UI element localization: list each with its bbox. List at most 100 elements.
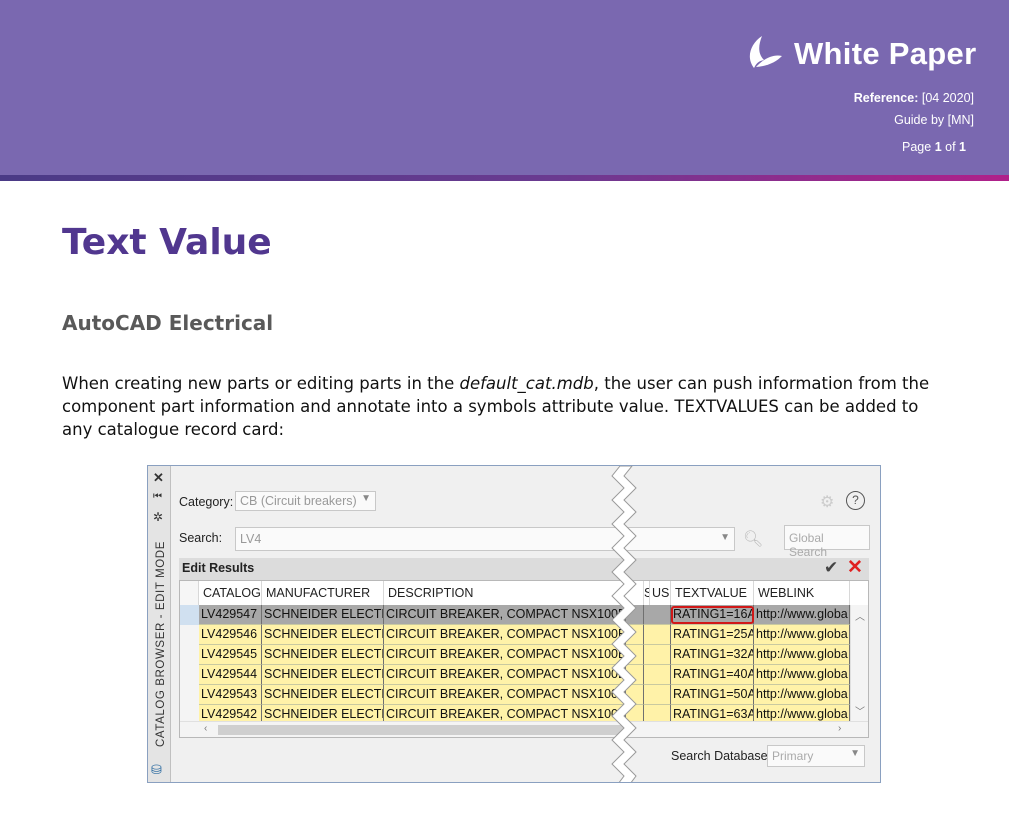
search-database-value: Primary	[772, 749, 814, 763]
scroll-right-icon[interactable]: ›	[838, 723, 841, 734]
column-header[interactable]: TEXTVALUE	[671, 581, 754, 605]
column-header[interactable]: USI	[650, 581, 671, 605]
edit-results-bar: Edit Results ✔ ✕	[179, 556, 869, 580]
search-icon[interactable]: 🔍︎	[743, 529, 763, 549]
row-selector[interactable]	[180, 625, 199, 646]
cell-manufacturer[interactable]: SCHNEIDER ELECTRIC	[262, 625, 384, 645]
cell-catalog[interactable]: LV429543	[199, 685, 262, 705]
table-row[interactable]: LV429545 SCHNEIDER ELECTRIC CIRCUIT BREA…	[180, 645, 868, 666]
cell-description[interactable]: CIRCUIT BREAKER, COMPACT NSX100B, 2 (	[384, 645, 626, 665]
cell-textvalue[interactable]: RATING1=50A	[671, 685, 754, 705]
cell-manufacturer[interactable]: SCHNEIDER ELECTRIC	[262, 665, 384, 685]
chevron-down-icon: ▼	[361, 493, 371, 504]
cell-usi[interactable]	[644, 645, 671, 665]
cell-usi[interactable]	[644, 625, 671, 645]
table-row[interactable]: LV429543 SCHNEIDER ELECTRIC CIRCUIT BREA…	[180, 685, 868, 706]
cell-usi[interactable]	[644, 705, 671, 721]
row-selector[interactable]	[180, 645, 199, 666]
scroll-up-icon[interactable]: ︿	[855, 608, 865, 623]
cell-usi[interactable]	[644, 685, 671, 705]
table-row[interactable]: LV429542 SCHNEIDER ELECTRIC CIRCUIT BREA…	[180, 705, 868, 721]
cell-manufacturer[interactable]: SCHNEIDER ELECTRIC	[262, 605, 384, 625]
cell-weblink[interactable]: http://www.globa	[754, 685, 850, 705]
cell-weblink[interactable]: http://www.globa	[754, 625, 850, 645]
horizontal-scrollbar[interactable]: ‹ ›	[180, 721, 868, 737]
search-database-select[interactable]: Primary ▼	[767, 745, 865, 767]
cell-catalog[interactable]: LV429542	[199, 705, 262, 721]
edit-results-title: Edit Results	[182, 561, 255, 575]
search-input[interactable]: LV4 ▼	[235, 527, 735, 551]
header-divider	[0, 175, 1009, 181]
help-icon[interactable]: ?	[846, 491, 865, 510]
cell-manufacturer[interactable]: SCHNEIDER ELECTRIC	[262, 685, 384, 705]
cell-weblink[interactable]: http://www.globa	[754, 645, 850, 665]
cell-catalog[interactable]: LV429546	[199, 625, 262, 645]
corner-header	[180, 581, 199, 605]
database-icon[interactable]: ⛁	[151, 762, 162, 778]
scroll-left-icon[interactable]: ‹	[204, 723, 207, 734]
column-header[interactable]: MANUFACTURER	[262, 581, 384, 605]
row-selector[interactable]	[180, 705, 199, 721]
table-row[interactable]: LV429544 SCHNEIDER ELECTRIC CIRCUIT BREA…	[180, 665, 868, 686]
accept-check-icon[interactable]: ✔	[824, 558, 838, 578]
page-total: 1	[959, 140, 966, 154]
scroll-thumb[interactable]	[218, 725, 628, 735]
cell-catalog[interactable]: LV429547	[199, 605, 262, 625]
cell-weblink[interactable]: http://www.globa	[754, 705, 850, 721]
para-part-1: When creating new parts or editing parts…	[62, 374, 460, 393]
row-selector[interactable]	[180, 685, 199, 706]
category-select[interactable]: CB (Circuit breakers) ▼	[235, 491, 376, 511]
cell-textvalue[interactable]: RATING1=32A	[671, 645, 754, 665]
cell-description[interactable]: CIRCUIT BREAKER, COMPACT NSX100B, 2 (	[384, 665, 626, 685]
column-header[interactable]: WEBLINK	[754, 581, 850, 605]
palette-side-bar: ✕ ⏮ ✲ CATALOG BROWSER - EDIT MODE	[148, 466, 171, 782]
cell-usi[interactable]	[644, 665, 671, 685]
cell-textvalue[interactable]: RATING1=25A	[671, 625, 754, 645]
cell-manufacturer[interactable]: SCHNEIDER ELECTRIC	[262, 705, 384, 721]
reference: Reference: [04 2020]	[854, 91, 974, 105]
category-label: Category:	[179, 495, 234, 509]
cancel-x-icon[interactable]: ✕	[847, 556, 863, 579]
cell-textvalue[interactable]: RATING1=63A	[671, 705, 754, 721]
cell-catalog[interactable]: LV429544	[199, 665, 262, 685]
cell-description[interactable]: CIRCUIT BREAKER, COMPACT NSX100B, 2 P	[384, 685, 626, 705]
row-selector[interactable]	[180, 665, 199, 686]
page-title: Text Value	[62, 222, 272, 263]
leaf-logo-icon	[749, 36, 782, 68]
cell-weblink[interactable]: http://www.globa	[754, 665, 850, 685]
cell-textvalue[interactable]: RATING1=40A	[671, 665, 754, 685]
chevron-down-icon: ▼	[720, 532, 730, 543]
table-row[interactable]: LV429547 SCHNEIDER ELECTRIC CIRCUIT BREA…	[180, 605, 868, 626]
vertical-scrollbar[interactable]: ︿ ﹀	[850, 605, 868, 721]
search-database-label: Search Database:	[671, 749, 772, 763]
table-row[interactable]: LV429546 SCHNEIDER ELECTRIC CIRCUIT BREA…	[180, 625, 868, 646]
torn-edge-graphic	[611, 466, 637, 782]
row-selector[interactable]	[180, 605, 199, 626]
cell-catalog[interactable]: LV429545	[199, 645, 262, 665]
cell-manufacturer[interactable]: SCHNEIDER ELECTRIC	[262, 645, 384, 665]
global-search-button[interactable]: Global Search	[784, 525, 870, 559]
search-value: LV4	[240, 532, 262, 546]
page-of: of	[945, 140, 956, 154]
settings-gear-icon[interactable]: ⚙	[820, 492, 834, 512]
guide-by: Guide by [MN]	[894, 113, 974, 127]
column-header[interactable]: DESCRIPTION	[384, 581, 644, 605]
scroll-down-icon[interactable]: ﹀	[855, 703, 865, 718]
chevron-down-icon: ▼	[850, 748, 860, 759]
autohide-icon[interactable]: ⏮	[153, 491, 162, 503]
header-band: White Paper Reference: [04 2020] Guide b…	[0, 0, 1009, 175]
cell-description[interactable]: CIRCUIT BREAKER, COMPACT NSX100B, 2 ,	[384, 605, 626, 625]
para-filename: default_cat.mdb	[459, 374, 594, 393]
cell-weblink[interactable]: http://www.globa	[754, 605, 850, 625]
cell-description[interactable]: CIRCUIT BREAKER, COMPACT NSX100B, 2 P	[384, 705, 626, 721]
page-label: Page	[902, 140, 932, 154]
intro-paragraph: When creating new parts or editing parts…	[62, 372, 932, 441]
results-table: CATALOG MANUFACTURER DESCRIPTION SI USI …	[179, 580, 869, 738]
cell-description[interactable]: CIRCUIT BREAKER, COMPACT NSX100B, 2 (	[384, 625, 626, 645]
catalog-browser-screenshot: ✕ ⏮ ✲ CATALOG BROWSER - EDIT MODE ⛁ Cate…	[147, 465, 881, 783]
close-icon[interactable]: ✕	[153, 471, 164, 484]
page-subtitle: AutoCAD Electrical	[62, 311, 274, 335]
column-header[interactable]: CATALOG	[199, 581, 262, 605]
properties-icon[interactable]: ✲	[153, 511, 163, 523]
cell-usi[interactable]	[644, 605, 671, 625]
